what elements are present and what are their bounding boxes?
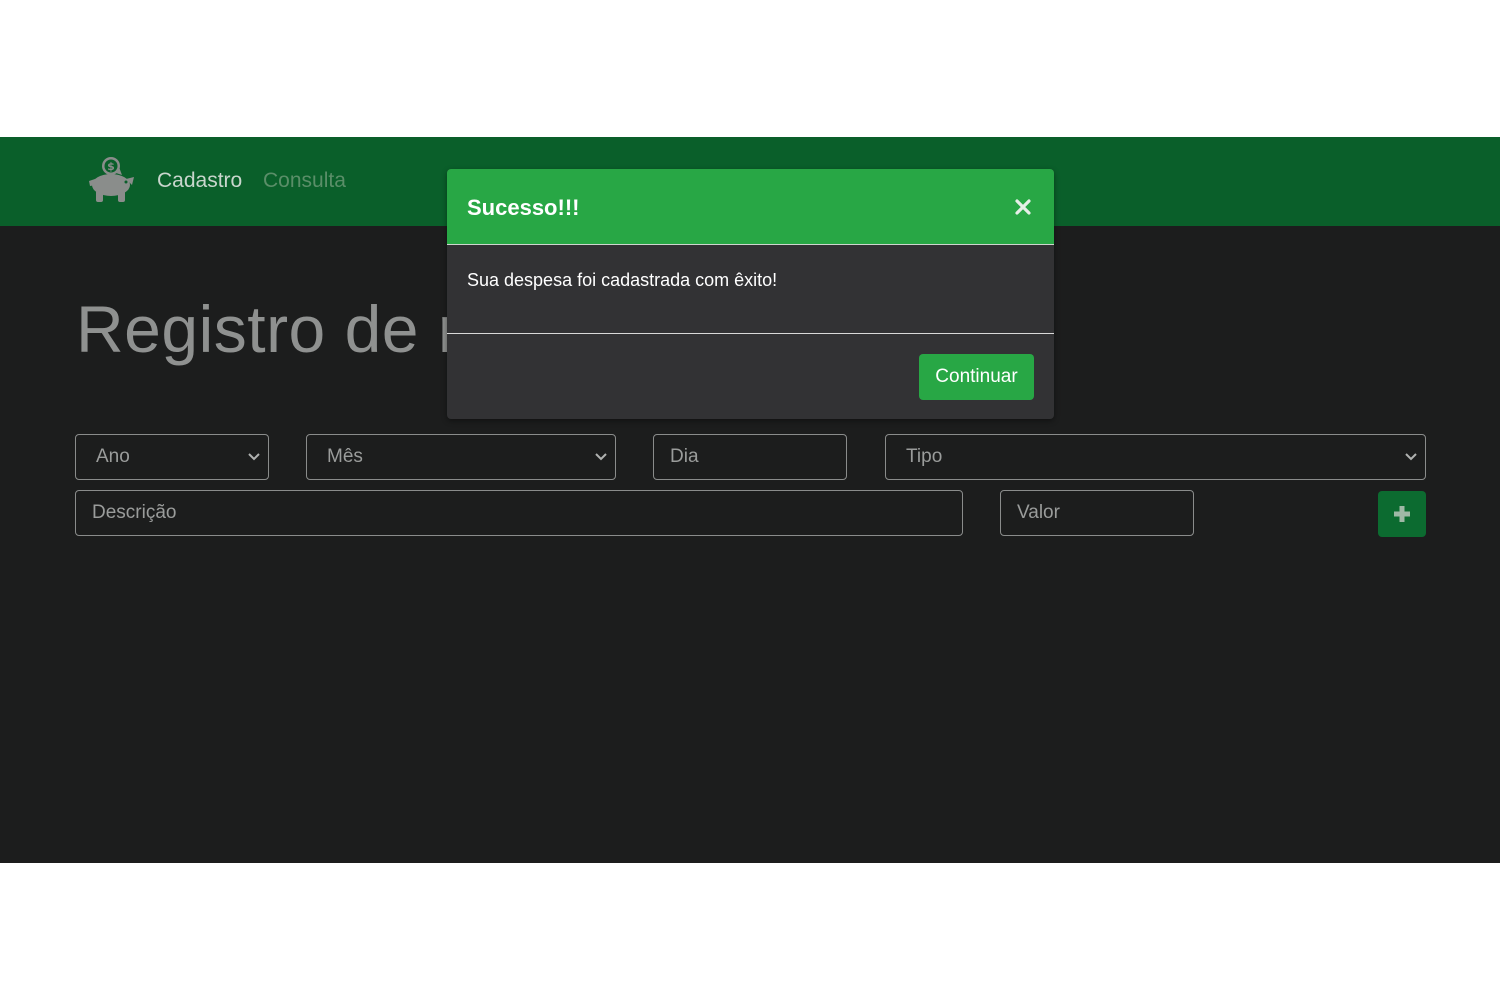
piggy-bank-icon[interactable]: $ bbox=[86, 155, 136, 205]
nav-link-cadastro[interactable]: Cadastro bbox=[157, 168, 242, 194]
dia-input-placeholder: Dia bbox=[670, 446, 699, 467]
mes-select-label: Mês bbox=[327, 446, 363, 467]
valor-input[interactable]: Valor bbox=[1000, 490, 1194, 536]
descricao-input-placeholder: Descrição bbox=[92, 502, 177, 523]
modal-header: Sucesso!!! bbox=[447, 169, 1054, 245]
dia-input[interactable]: Dia bbox=[653, 434, 847, 480]
ano-select[interactable]: Ano bbox=[75, 434, 269, 480]
modal-message: Sua despesa foi cadastrada com êxito! bbox=[467, 270, 778, 290]
modal-footer: Continuar bbox=[447, 334, 1054, 419]
chevron-down-icon bbox=[595, 453, 607, 461]
close-icon[interactable] bbox=[1013, 196, 1033, 218]
descricao-input[interactable]: Descrição bbox=[75, 490, 963, 536]
success-modal: Sucesso!!! Sua despesa foi cadastrada co… bbox=[447, 169, 1054, 419]
continue-button[interactable]: Continuar bbox=[919, 354, 1034, 400]
modal-body: Sua despesa foi cadastrada com êxito! bbox=[447, 245, 1054, 334]
page-title: Registro de n bbox=[76, 292, 476, 366]
chevron-down-icon bbox=[1405, 453, 1417, 461]
chevron-down-icon bbox=[248, 453, 260, 461]
mes-select[interactable]: Mês bbox=[306, 434, 616, 480]
plus-icon bbox=[1394, 506, 1410, 522]
valor-input-placeholder: Valor bbox=[1017, 502, 1060, 523]
add-expense-button[interactable] bbox=[1378, 491, 1426, 537]
svg-text:$: $ bbox=[107, 160, 115, 173]
nav-link-consulta[interactable]: Consulta bbox=[263, 168, 346, 194]
modal-title: Sucesso!!! bbox=[467, 195, 580, 220]
tipo-select[interactable]: Tipo bbox=[885, 434, 1426, 480]
ano-select-label: Ano bbox=[96, 446, 130, 467]
tipo-select-label: Tipo bbox=[906, 446, 943, 467]
